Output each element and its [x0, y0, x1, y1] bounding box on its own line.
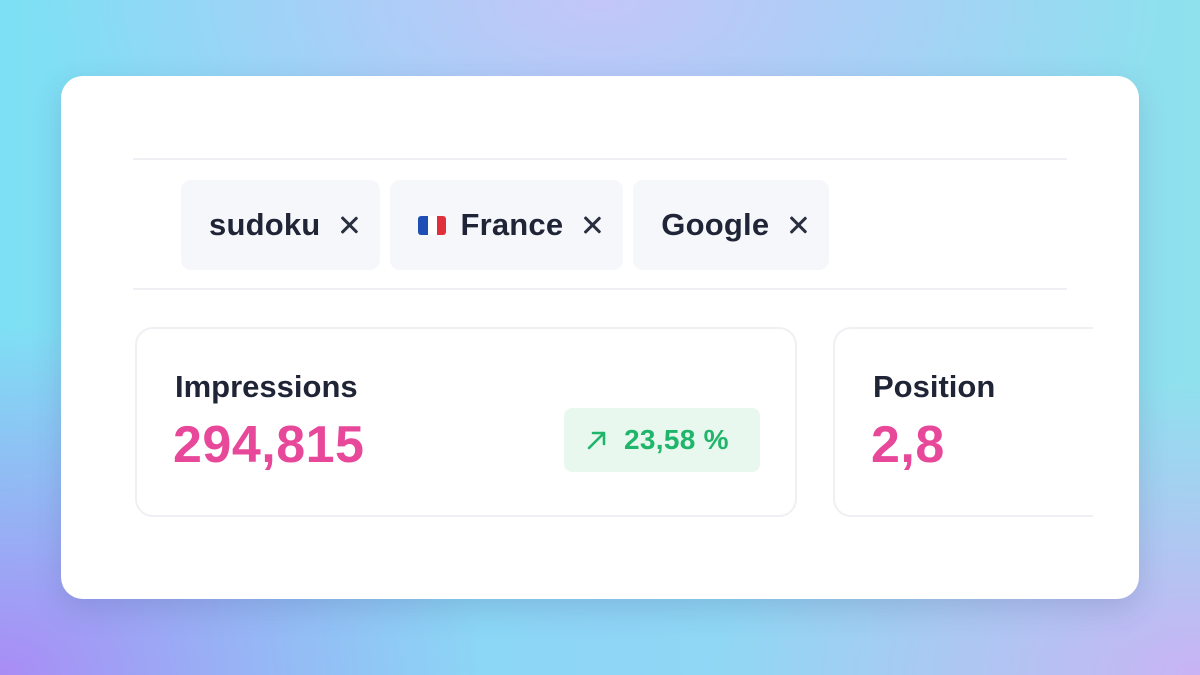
- metric-label: Impressions: [175, 369, 358, 404]
- metric-card-impressions: Impressions 294,815 23,58 %: [135, 327, 797, 517]
- metric-card-position: Position 2,8: [833, 327, 1093, 517]
- filter-chip-label: France: [460, 207, 564, 242]
- metric-label: Position: [873, 369, 996, 404]
- dashboard-card: sudoku France Google Impressions 294,815…: [61, 76, 1139, 599]
- close-icon[interactable]: [787, 214, 809, 236]
- divider-top: [133, 158, 1067, 160]
- divider-middle: [133, 288, 1067, 290]
- close-icon[interactable]: [338, 214, 360, 236]
- metric-value: 294,815: [173, 416, 365, 474]
- filter-chip-country[interactable]: France: [390, 180, 624, 270]
- filter-chip-search-engine[interactable]: Google: [633, 180, 830, 270]
- metric-value: 2,8: [871, 416, 945, 474]
- filter-chip-label: sudoku: [209, 207, 321, 242]
- filter-chip-list: sudoku France Google: [181, 180, 830, 270]
- arrow-up-right-icon: [587, 431, 606, 450]
- filter-chip-label: Google: [661, 207, 770, 242]
- trend-badge: 23,58 %: [564, 408, 760, 472]
- close-icon[interactable]: [581, 214, 603, 236]
- trend-value: 23,58 %: [624, 424, 729, 455]
- france-flag-icon: [418, 215, 447, 235]
- filter-chip-keyword[interactable]: sudoku: [181, 180, 381, 270]
